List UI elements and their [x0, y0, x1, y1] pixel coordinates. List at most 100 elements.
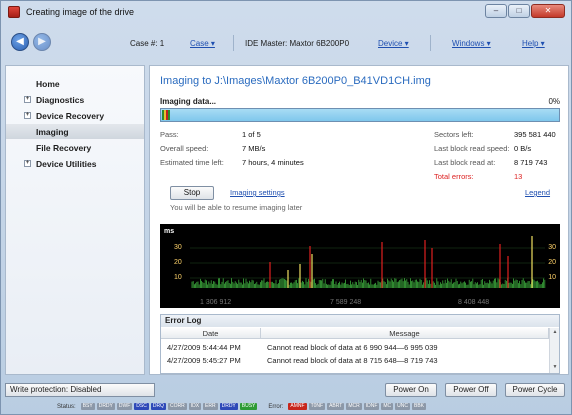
close-button[interactable]: ✕ — [531, 4, 565, 18]
overall-speed-value: 7 MB/s — [242, 144, 266, 153]
status-indicator: BUSY — [239, 403, 258, 410]
status-indicator: DSC — [134, 403, 149, 410]
sidebar-item-file-recovery[interactable]: File Recovery — [6, 140, 144, 155]
sidebar-item-label: Device Utilities — [36, 159, 97, 169]
ide-master-device: IDE Master: Maxtor 6B200P0 — [245, 39, 350, 48]
column-header-date[interactable]: Date — [161, 328, 261, 339]
progress-percent: 0% — [548, 97, 560, 106]
sidebar-item-imaging[interactable]: Imaging — [6, 124, 144, 139]
status-indicator: DRDY — [96, 403, 115, 410]
sidebar-item-label: Home — [36, 79, 60, 89]
x-tick: 8 408 448 — [458, 299, 490, 306]
error-indicator: BBK — [412, 403, 427, 410]
error-log: Error Log Date Message 4/27/2009 5:44:44… — [160, 314, 560, 374]
power-on-button[interactable]: Power On — [385, 383, 437, 397]
error-date: 4/27/2009 5:45:27 PM — [167, 356, 241, 365]
sidebar-item-label: Diagnostics — [36, 95, 85, 105]
sidebar-item-device-recovery[interactable]: + Device Recovery — [6, 108, 144, 123]
legend-link[interactable]: Legend — [525, 188, 550, 197]
error-date: 4/27/2009 5:44:44 PM — [167, 343, 241, 352]
toolbar-divider — [430, 35, 431, 51]
progress-bar-fill — [162, 110, 170, 120]
power-cycle-button[interactable]: Power Cycle — [505, 383, 565, 397]
last-block-speed-label: Last block read speed: — [434, 144, 510, 153]
status-indicators: Status: BSY DRDY DWF DSC DRQ CORR IDX ERR DRDY BU… — [57, 402, 427, 411]
toolbar-divider — [233, 35, 234, 51]
sidebar-item-home[interactable]: Home — [6, 76, 144, 91]
sidebar-item-label: File Recovery — [36, 143, 92, 153]
time-left-value: 7 hours, 4 minutes — [242, 158, 304, 167]
app-window: Creating image of the drive – □ ✕ ◀ ▶ Ca… — [0, 0, 572, 415]
windows-menu[interactable]: Windows ▾ — [452, 39, 491, 48]
resume-note: You will be able to resume imaging later — [170, 203, 303, 212]
y-tick-left: 10 — [174, 274, 182, 281]
y-tick-right: 10 — [548, 274, 556, 281]
forward-arrow-icon[interactable]: ▶ — [33, 33, 51, 51]
error-register: AMNF T0NF ABRT MCR IDNF MC UNC BBK — [288, 403, 427, 410]
progress-label: Imaging data... — [160, 97, 217, 106]
error-indicator: ABRT — [327, 403, 345, 410]
write-protection-status[interactable]: Write protection: Disabled — [5, 383, 155, 397]
status-indicator: IDX — [188, 403, 202, 410]
status-indicator: DWF — [116, 403, 133, 410]
maximize-button[interactable]: □ — [508, 4, 530, 18]
error-indicator: IDNF — [363, 403, 380, 410]
minimize-button[interactable]: – — [485, 4, 507, 18]
error-indicator: UNC — [395, 403, 410, 410]
sectors-left-label: Sectors left: — [434, 130, 474, 139]
status-register: BSY DRDY DWF DSC DRQ CORR IDX ERR DRDY BUSY — [80, 403, 258, 410]
status-label: Status: — [57, 403, 76, 410]
imaging-settings-link[interactable]: Imaging settings — [230, 188, 285, 197]
error-indicator: MC — [381, 403, 394, 410]
page-title: Imaging to J:\Images\Maxtor 6B200P0_B41V… — [160, 75, 431, 87]
pass-label: Pass: — [160, 130, 179, 139]
sidebar: Home + Diagnostics + Device Recovery Ima… — [5, 65, 145, 375]
y-tick-right: 20 — [548, 259, 556, 266]
sidebar-item-label: Imaging — [36, 127, 69, 137]
y-tick-left: 20 — [174, 259, 182, 266]
window-controls: – □ ✕ — [485, 4, 565, 18]
scroll-up-icon[interactable]: ▲ — [551, 329, 559, 337]
error-label: Error: — [268, 403, 284, 410]
progress-bar — [160, 108, 560, 122]
error-indicator: MCR — [346, 403, 362, 410]
stop-button[interactable]: Stop — [170, 186, 214, 200]
last-block-read-at-label: Last block read at: — [434, 158, 496, 167]
title-bar: Creating image of the drive – □ ✕ — [1, 1, 571, 23]
sidebar-item-diagnostics[interactable]: + Diagnostics — [6, 92, 144, 107]
expand-plus-icon[interactable]: + — [24, 160, 31, 167]
app-icon — [8, 6, 20, 18]
imaging-panel: Imaging to J:\Images\Maxtor 6B200P0_B41V… — [149, 65, 569, 375]
sidebar-item-device-utilities[interactable]: + Device Utilities — [6, 156, 144, 171]
bottom-bar: Write protection: Disabled Power On Powe… — [5, 381, 569, 411]
error-message: Cannot read block of data at 6 990 944—6… — [267, 343, 438, 352]
status-indicator: DRDY — [219, 403, 238, 410]
back-arrow-icon[interactable]: ◀ — [11, 33, 29, 51]
table-row[interactable]: 4/27/2009 5:45:27 PM Cannot read block o… — [161, 355, 547, 366]
expand-plus-icon[interactable]: + — [24, 112, 31, 119]
device-menu[interactable]: Device ▾ — [378, 39, 409, 48]
window-title: Creating image of the drive — [26, 7, 135, 17]
error-message: Cannot read block of data at 8 715 648—8… — [267, 356, 438, 365]
power-off-button[interactable]: Power Off — [445, 383, 497, 397]
total-errors-label: Total errors: — [434, 172, 474, 181]
status-indicator: ERR — [203, 403, 218, 410]
status-indicator: DRQ — [150, 403, 166, 410]
time-left-label: Estimated time left: — [160, 158, 224, 167]
last-block-speed-value: 0 B/s — [514, 144, 532, 153]
toolbar: ◀ ▶ Case #: 1 Case ▾ IDE Master: Maxtor … — [5, 31, 567, 55]
table-row[interactable]: 4/27/2009 5:44:44 PM Cannot read block o… — [161, 342, 547, 353]
column-header-message[interactable]: Message — [261, 328, 549, 339]
overall-speed-label: Overall speed: — [160, 144, 209, 153]
expand-plus-icon[interactable]: + — [24, 96, 31, 103]
status-indicator: CORR — [167, 403, 187, 410]
x-tick: 7 589 248 — [330, 299, 362, 306]
help-menu[interactable]: Help ▾ — [522, 39, 545, 48]
last-block-read-at-value: 8 719 743 — [514, 158, 548, 167]
graph-canvas — [190, 236, 546, 288]
status-indicator: BSY — [80, 403, 95, 410]
error-log-scrollbar[interactable]: ▲ ▼ — [549, 328, 559, 373]
case-menu[interactable]: Case ▾ — [190, 39, 215, 48]
scroll-down-icon[interactable]: ▼ — [551, 364, 559, 372]
error-indicator: T0NF — [308, 403, 326, 410]
